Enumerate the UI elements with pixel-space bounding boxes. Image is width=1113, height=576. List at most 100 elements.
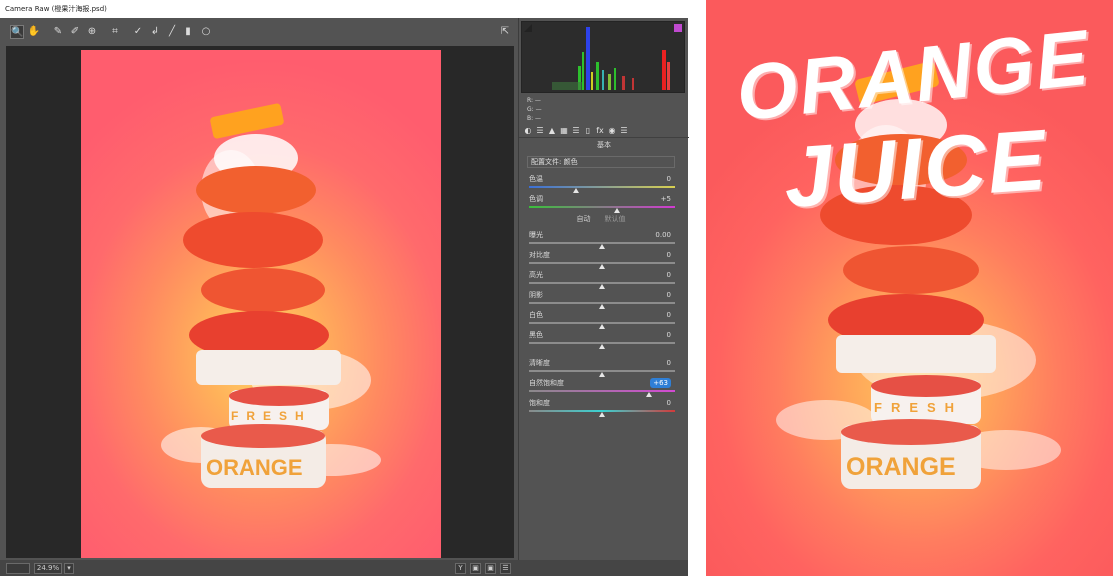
- slider-value-field[interactable]: 0: [667, 310, 671, 320]
- hand-icon[interactable]: ✋: [27, 25, 41, 39]
- poster-band-label-text: FRESH: [874, 400, 963, 415]
- slider-label: 黑色: [529, 331, 543, 339]
- color-sampler-icon[interactable]: ✐: [68, 25, 82, 39]
- white-balance-icon[interactable]: ✎: [51, 25, 65, 39]
- zoom-icon[interactable]: 🔍: [10, 25, 24, 39]
- poster-title-line2: JUICE: [780, 111, 1051, 227]
- slider-row: 色温 0: [527, 174, 675, 194]
- radial-filter-icon[interactable]: ○: [199, 25, 213, 39]
- default-button[interactable]: 默认值: [605, 215, 626, 223]
- slider-label: 阴影: [529, 291, 543, 299]
- image-preview: ORANGE FRESH: [81, 50, 441, 558]
- poster-bottle-label-text: ORANGE: [846, 453, 956, 481]
- band-label-text: FRESH: [231, 409, 312, 423]
- effects-tab-icon[interactable]: fx: [595, 125, 605, 136]
- slider-thumb[interactable]: [599, 264, 605, 269]
- rgb-readout: R: — G: — B: —: [527, 96, 677, 123]
- slider-value-field[interactable]: 0: [667, 398, 671, 408]
- view-compare-icon[interactable]: ▣: [470, 563, 481, 574]
- slider-row: 饱和度 0: [527, 398, 675, 418]
- presets-tab-icon[interactable]: ☰: [619, 125, 629, 136]
- basic-tab-icon[interactable]: ◐: [523, 125, 533, 136]
- auto-default-row: 自动 默认值: [527, 214, 675, 224]
- slider-thumb[interactable]: [599, 344, 605, 349]
- slider-row: 色调 +5: [527, 194, 675, 214]
- slider-thumb[interactable]: [599, 412, 605, 417]
- poster-artwork-preview: ORANGE FRESH: [161, 103, 381, 488]
- camera-calibration-tab-icon[interactable]: ◉: [607, 125, 617, 136]
- preview-canvas[interactable]: ORANGE FRESH: [6, 46, 514, 558]
- slider-label: 白色: [529, 311, 543, 319]
- slider-thumb[interactable]: [572, 188, 579, 193]
- slider-row: 高光 0: [527, 270, 675, 290]
- slider-value-field[interactable]: +5: [661, 194, 671, 204]
- camera-raw-window: Camera Raw (橙果汁海报.psd) 🔍 ✋ ✎ ✐ ⊕ ⌗ ✓ ↲ ╱ ▮ ○ ⇱: [0, 0, 689, 576]
- histogram-graph: [552, 27, 670, 90]
- slider-row: 自然饱和度 +63: [527, 378, 675, 398]
- slider-label: 高光: [529, 271, 543, 279]
- slider-thumb[interactable]: [645, 392, 652, 397]
- slider-label: 对比度: [529, 251, 550, 259]
- slider-row: 对比度 0: [527, 250, 675, 270]
- slider-value-field[interactable]: 0: [667, 174, 671, 184]
- red-eye-icon[interactable]: ↲: [148, 25, 162, 39]
- view-y-icon[interactable]: Y: [455, 563, 466, 574]
- slider-thumb[interactable]: [599, 244, 605, 249]
- open-preferences-icon[interactable]: ⇱: [498, 25, 512, 39]
- slider-value-field[interactable]: 0.00: [655, 230, 671, 240]
- slider-row: 阴影 0: [527, 290, 675, 310]
- crop-icon[interactable]: ⌗: [108, 25, 122, 39]
- targeted-adjust-icon[interactable]: ⊕: [85, 25, 99, 39]
- slider-value-field[interactable]: 0: [667, 270, 671, 280]
- window-title: Camera Raw (橙果汁海报.psd): [0, 0, 688, 18]
- zoom-menu-icon[interactable]: ▾: [64, 563, 74, 574]
- readout-b: B: —: [527, 115, 542, 122]
- slider-thumb[interactable]: [599, 372, 605, 377]
- slider-label: 曝光: [529, 231, 543, 239]
- slider-value-field[interactable]: 0: [667, 290, 671, 300]
- slider-track[interactable]: [529, 186, 675, 188]
- detail-tab-icon[interactable]: ▲: [547, 125, 557, 136]
- profile-select[interactable]: 配置文件: 颜色: [527, 156, 675, 168]
- slider-label: 色温: [529, 175, 543, 183]
- panel-tabs: ◐ ☰ ▲ ▦ ☰ ▯ fx ◉ ☰: [519, 124, 689, 138]
- slider-row: 黑色 0: [527, 330, 675, 350]
- slider-value-field[interactable]: 0: [667, 358, 671, 368]
- hsl-tab-icon[interactable]: ▦: [559, 125, 569, 136]
- histogram: [521, 21, 685, 93]
- bottle-label-text: ORANGE: [206, 455, 303, 480]
- split-toning-tab-icon[interactable]: ☰: [571, 125, 581, 136]
- readout-g: G: —: [527, 106, 542, 113]
- slider-track[interactable]: [529, 206, 675, 208]
- zoom-level[interactable]: 24.9%: [34, 563, 62, 574]
- slider-thumb[interactable]: [613, 208, 620, 213]
- slider-thumb[interactable]: [599, 304, 605, 309]
- section-title: 基本: [597, 141, 611, 149]
- status-bar: 24.9% ▾ Y ▣ ▣ ☰: [0, 560, 688, 576]
- poster-result: ORANGE FRESH ORANGE JUICE: [706, 0, 1113, 576]
- lens-tab-icon[interactable]: ▯: [583, 125, 593, 136]
- slider-track[interactable]: [529, 390, 675, 392]
- slider-row: 清晰度 0: [527, 358, 675, 378]
- slider-value-field[interactable]: 0: [667, 250, 671, 260]
- graduated-filter-icon[interactable]: ▮: [181, 25, 195, 39]
- spot-removal-icon[interactable]: ✓: [131, 25, 145, 39]
- view-split-icon[interactable]: ▣: [485, 563, 496, 574]
- adjustment-brush-icon[interactable]: ╱: [165, 25, 179, 39]
- slider-label: 色调: [529, 195, 543, 203]
- readout-r: R: —: [527, 97, 541, 104]
- slider-label: 饱和度: [529, 399, 550, 407]
- zoom-out-button[interactable]: [6, 563, 30, 574]
- slider-thumb[interactable]: [599, 284, 605, 289]
- auto-button[interactable]: 自动: [577, 215, 591, 223]
- tone-curve-tab-icon[interactable]: ☰: [535, 125, 545, 136]
- slider-value-field[interactable]: 0: [667, 330, 671, 340]
- slider-thumb[interactable]: [599, 324, 605, 329]
- slider-value-field[interactable]: +63: [650, 378, 671, 388]
- slider-row: 曝光 0.00: [527, 230, 675, 250]
- slider-row: 白色 0: [527, 310, 675, 330]
- slider-label: 自然饱和度: [529, 379, 564, 387]
- adjust-panel: R: — G: — B: — ◐ ☰ ▲ ▦ ☰ ▯ fx ◉ ☰ 基本 配置文件: 颜色 自动…: [518, 18, 689, 560]
- slider-label: 清晰度: [529, 359, 550, 367]
- view-settings-icon[interactable]: ☰: [500, 563, 511, 574]
